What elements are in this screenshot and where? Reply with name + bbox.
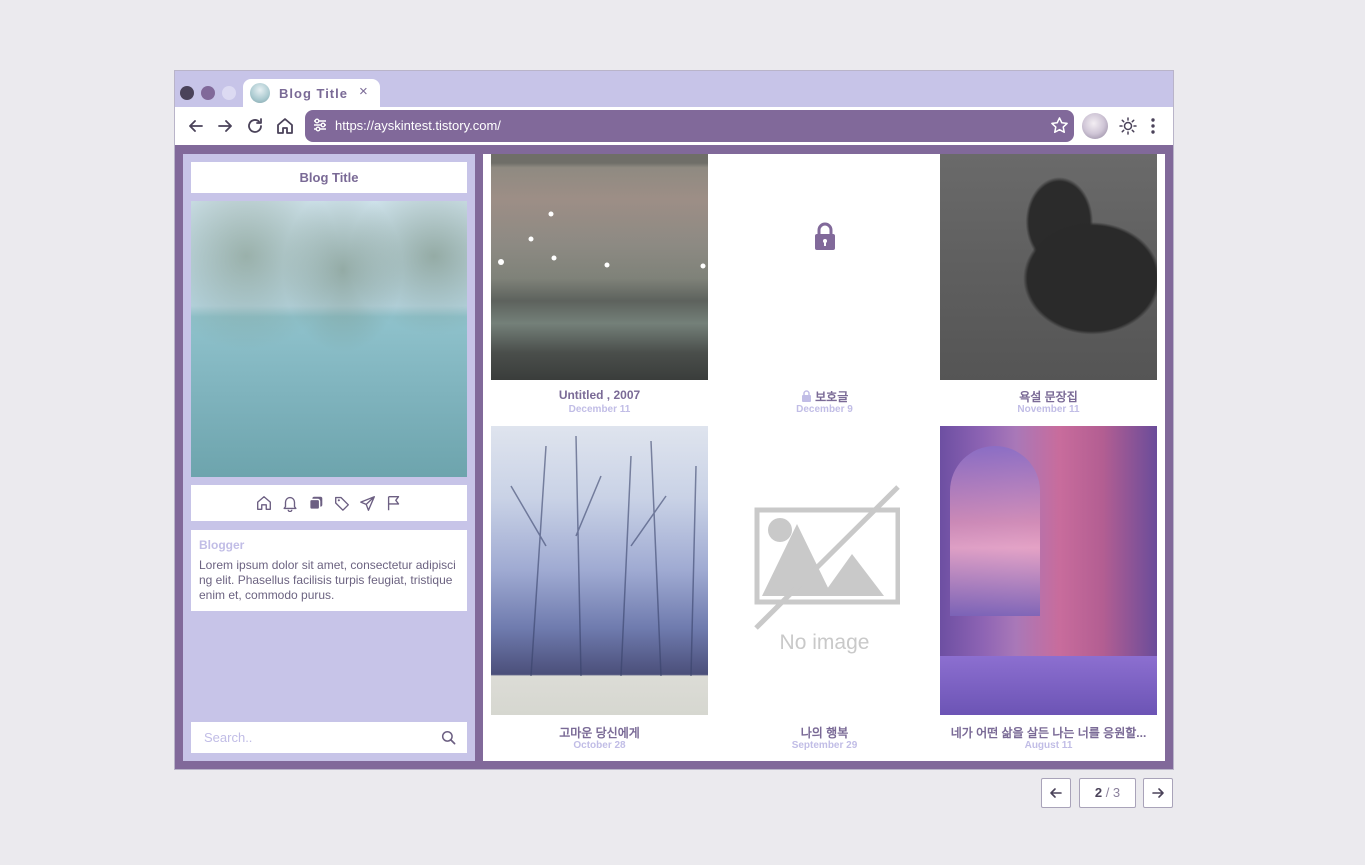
post-title[interactable]: 고마운 당신에게 bbox=[491, 724, 708, 741]
favicon-icon bbox=[250, 83, 270, 103]
post-thumbnail[interactable] bbox=[940, 154, 1157, 380]
more-menu-icon[interactable] bbox=[1143, 116, 1163, 136]
thumbnail-figures bbox=[498, 211, 706, 269]
profile-avatar[interactable] bbox=[1082, 113, 1108, 139]
blog-header-image bbox=[191, 201, 467, 477]
post-grid: Untitled , 2007 December 11 보호글 December… bbox=[483, 154, 1165, 761]
thumbnail-window bbox=[950, 446, 1040, 616]
post-thumbnail[interactable] bbox=[491, 154, 708, 380]
post-thumbnail[interactable] bbox=[491, 426, 708, 715]
post-thumbnail[interactable]: No image bbox=[716, 426, 933, 715]
post-title[interactable]: Untitled , 2007 bbox=[491, 388, 708, 402]
maximize-window-dot[interactable] bbox=[222, 86, 236, 100]
browser-window: Blog Title × https://ayskintest.tistory.… bbox=[174, 70, 1174, 770]
post-date: August 11 bbox=[1024, 740, 1073, 751]
tag-icon[interactable] bbox=[333, 494, 351, 512]
flag-icon[interactable] bbox=[385, 494, 403, 512]
browser-tab[interactable]: Blog Title × bbox=[243, 79, 380, 107]
tab-bar: Blog Title × bbox=[175, 71, 1173, 107]
post-card[interactable]: 욕설 문장집 November 11 bbox=[940, 154, 1157, 419]
post-date: November 11 bbox=[1017, 404, 1080, 415]
post-date: September 29 bbox=[791, 740, 858, 751]
post-date: October 28 bbox=[573, 740, 626, 751]
post-card[interactable]: 고마운 당신에게 October 28 bbox=[491, 426, 708, 756]
home-icon[interactable] bbox=[255, 494, 273, 512]
page-separator: / bbox=[1102, 785, 1113, 800]
theme-sun-icon[interactable] bbox=[1118, 116, 1138, 136]
post-thumbnail[interactable] bbox=[940, 426, 1157, 715]
total-pages: 3 bbox=[1112, 785, 1121, 800]
home-icon[interactable] bbox=[275, 116, 295, 136]
prev-page-button[interactable] bbox=[1041, 778, 1071, 808]
post-card[interactable]: No image 나의 행복 September 29 bbox=[716, 426, 933, 756]
reload-icon[interactable] bbox=[245, 116, 265, 136]
post-date: December 9 bbox=[796, 404, 853, 415]
blogger-name: Blogger bbox=[199, 538, 245, 552]
sidebar-icon-menu bbox=[191, 485, 467, 521]
minimize-window-dot[interactable] bbox=[201, 86, 215, 100]
post-title[interactable]: 보호글 bbox=[815, 390, 848, 404]
no-image-label: No image bbox=[779, 631, 870, 654]
post-title[interactable]: 욕설 문장집 bbox=[940, 388, 1157, 405]
copy-icon[interactable] bbox=[307, 494, 325, 512]
post-card[interactable]: 네가 어떤 삶을 살든 나는 너를 응원할... August 11 bbox=[940, 426, 1157, 756]
current-page: 2 bbox=[1094, 785, 1103, 800]
blog-title[interactable]: Blog Title bbox=[191, 162, 467, 193]
lock-icon bbox=[815, 222, 835, 250]
search-box bbox=[191, 722, 467, 753]
sidebar: Blog Title Blogger Lorem ipsum dolor sit… bbox=[183, 154, 475, 761]
blogger-profile: Blogger Lorem ipsum dolor sit amet, cons… bbox=[191, 530, 467, 611]
search-icon[interactable] bbox=[441, 730, 456, 745]
post-title[interactable]: 네가 어떤 삶을 살든 나는 너를 응원할... bbox=[940, 724, 1157, 741]
url-text: https://ayskintest.tistory.com/ bbox=[335, 118, 501, 133]
tab-title: Blog Title bbox=[279, 86, 348, 101]
back-arrow-icon[interactable] bbox=[186, 116, 206, 136]
bell-icon[interactable] bbox=[281, 494, 299, 512]
post-card[interactable]: Untitled , 2007 December 11 bbox=[491, 154, 708, 419]
page-indicator: 2 / 3 bbox=[1079, 778, 1136, 808]
blogger-description: Lorem ipsum dolor sit amet, consectetur … bbox=[199, 558, 456, 602]
address-bar[interactable]: https://ayskintest.tistory.com/ bbox=[305, 110, 1074, 142]
thumbnail-floor bbox=[940, 656, 1157, 715]
thumbnail-trees bbox=[510, 435, 697, 676]
send-icon[interactable] bbox=[359, 494, 377, 512]
close-window-dot[interactable] bbox=[180, 86, 194, 100]
post-date: December 11 bbox=[568, 404, 631, 415]
arrow-left-icon bbox=[1050, 788, 1062, 798]
bookmark-star-icon[interactable] bbox=[1050, 116, 1069, 135]
arrow-right-icon bbox=[1152, 788, 1164, 798]
post-card[interactable]: 보호글 December 9 bbox=[716, 154, 933, 419]
page-content: Blog Title Blogger Lorem ipsum dolor sit… bbox=[183, 154, 1165, 761]
forward-arrow-icon[interactable] bbox=[215, 116, 235, 136]
tab-close-icon[interactable]: × bbox=[359, 83, 368, 100]
site-settings-icon[interactable] bbox=[312, 117, 328, 133]
post-thumbnail[interactable] bbox=[716, 154, 933, 380]
browser-toolbar: https://ayskintest.tistory.com/ bbox=[175, 107, 1173, 145]
lock-icon bbox=[801, 390, 811, 402]
search-input[interactable] bbox=[191, 722, 431, 753]
next-page-button[interactable] bbox=[1143, 778, 1173, 808]
no-image-icon bbox=[754, 485, 900, 630]
post-title[interactable]: 나의 행복 bbox=[716, 724, 933, 741]
